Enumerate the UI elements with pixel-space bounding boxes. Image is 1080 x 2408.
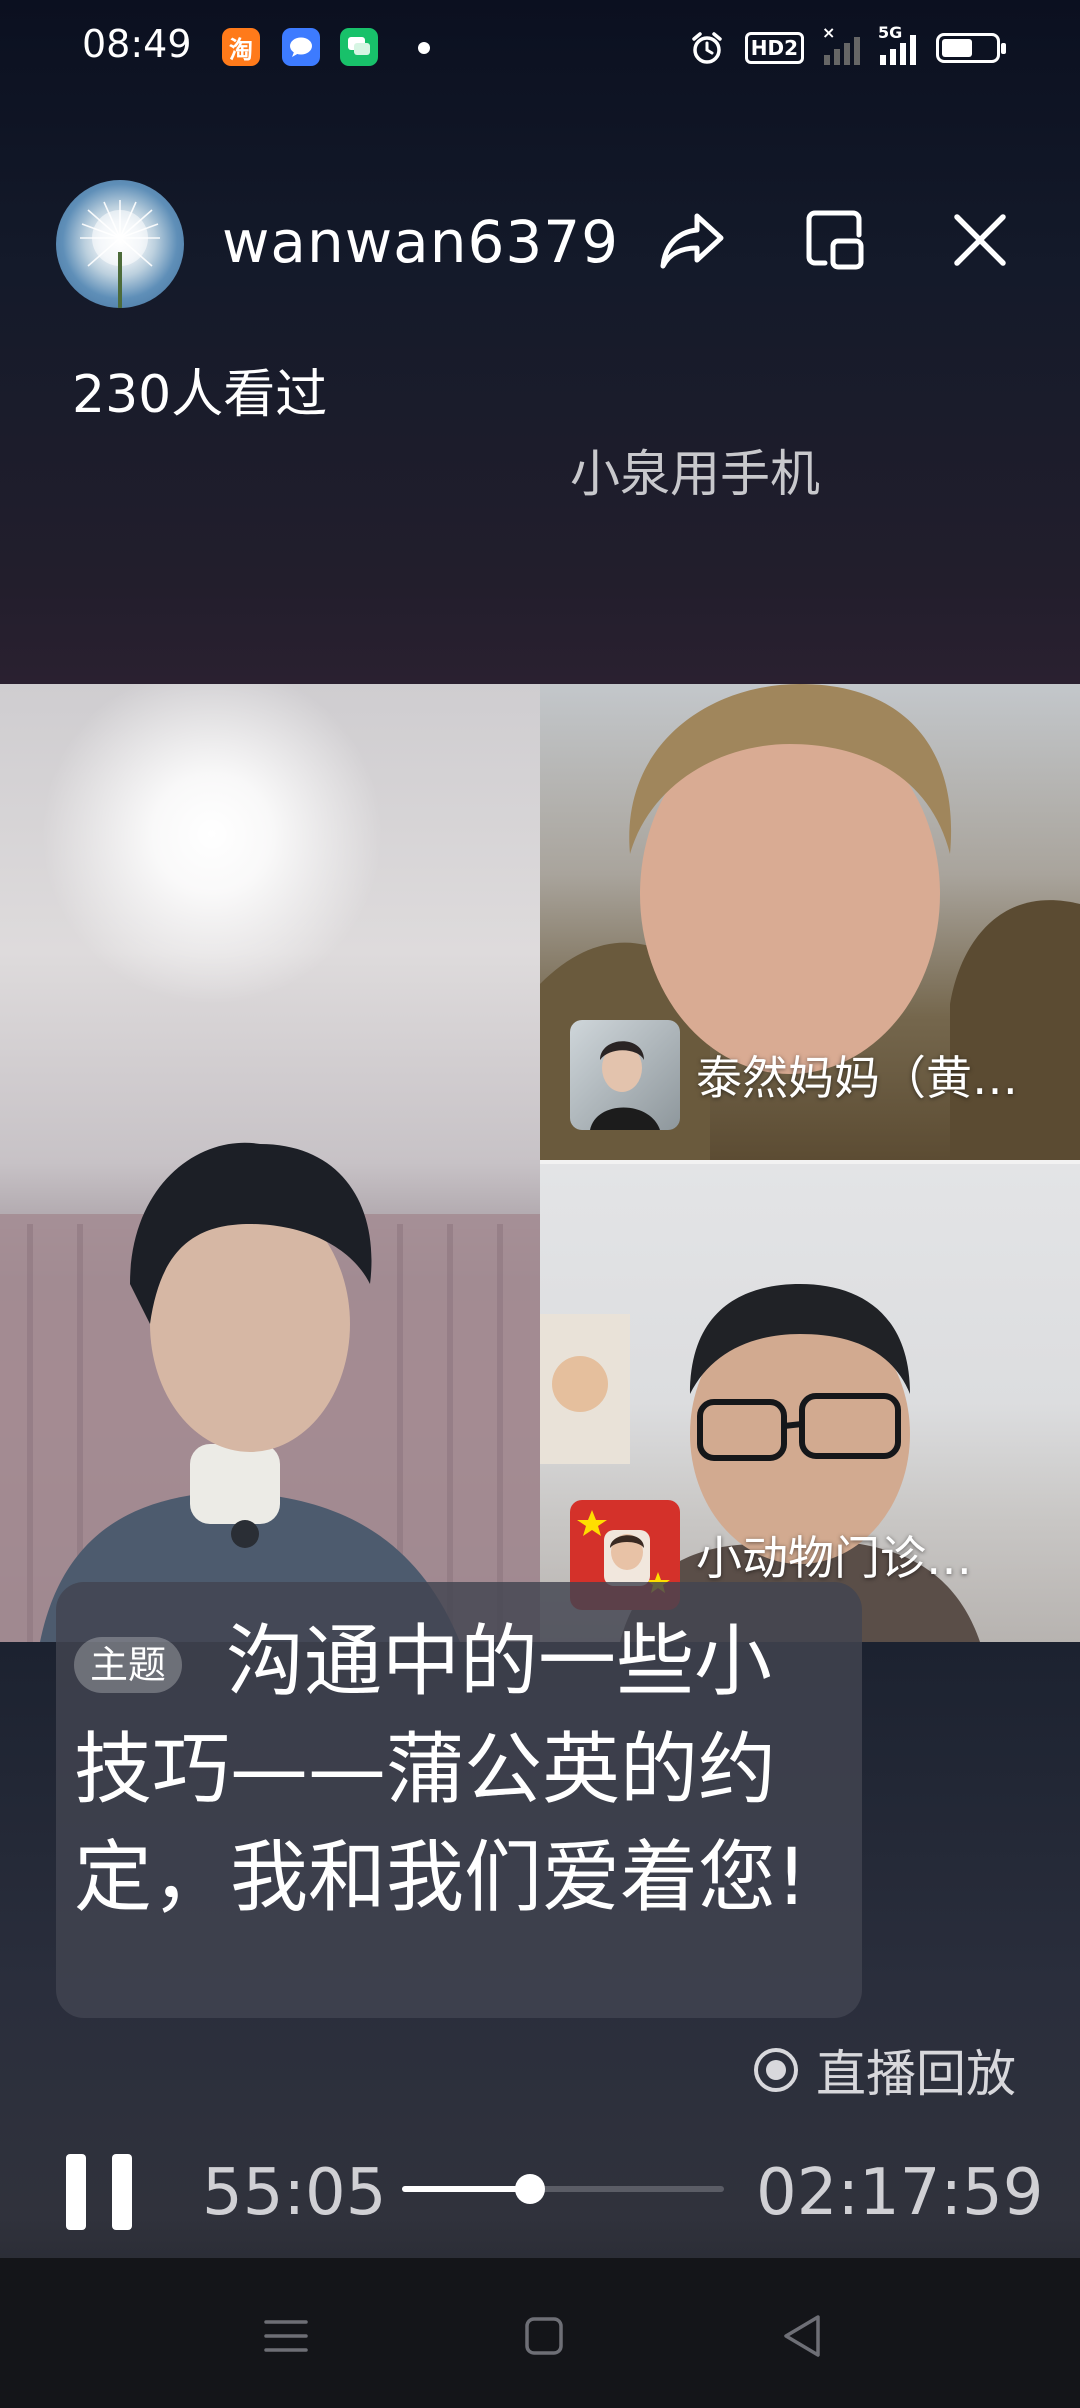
- battery-fill: [942, 39, 972, 57]
- progress-slider[interactable]: [402, 2174, 724, 2204]
- guest-name-1: 泰然妈妈（黄…: [696, 1051, 1018, 1105]
- battery-icon: [936, 33, 1006, 63]
- status-time: 08:49: [82, 22, 192, 66]
- room-label: 小泉用手机: [570, 445, 820, 503]
- back-button[interactable]: [762, 2296, 842, 2376]
- chat-app-icon: [340, 28, 378, 66]
- guest-video-tile-2[interactable]: 小动物门诊…: [540, 1164, 1080, 1642]
- home-square-icon: [525, 2317, 563, 2355]
- float-window-button[interactable]: [796, 200, 876, 280]
- menu-button[interactable]: [246, 2296, 326, 2376]
- header-background: [0, 0, 1080, 684]
- topic-text: 沟通中的一些小技巧——蒲公英的约定，我和我们爱着您!: [74, 1617, 808, 1923]
- guest-avatar-1[interactable]: [570, 1020, 680, 1130]
- close-icon: [954, 214, 1006, 266]
- guest-video-tile-1[interactable]: 泰然妈妈（黄…: [540, 684, 1080, 1160]
- progress-played: [402, 2186, 531, 2192]
- signal-5g-icon: 5G: [878, 23, 916, 65]
- close-button[interactable]: [940, 200, 1020, 280]
- live-replay-label: 直播回放: [816, 2045, 1016, 2103]
- share-button[interactable]: [652, 200, 732, 280]
- host-video-tile[interactable]: [0, 684, 540, 1642]
- message-bubble-icon: [282, 28, 320, 66]
- guest-name-2: 小动物门诊…: [696, 1531, 972, 1585]
- host-video-frame: [0, 684, 540, 1642]
- topic-card: 主题 沟通中的一些小技巧——蒲公英的约定，我和我们爱着您!: [56, 1582, 862, 2018]
- float-window-icon: [806, 210, 864, 270]
- topic-paragraph: 主题 沟通中的一些小技巧——蒲公英的约定，我和我们爱着您!: [74, 1608, 842, 1932]
- hd-voice-icon: HD2: [744, 32, 804, 64]
- signal-weak-icon: ×: [822, 23, 860, 65]
- network-type-label: 5G: [878, 23, 903, 42]
- live-replay-indicator: 直播回放: [754, 2034, 1016, 2106]
- host-username[interactable]: wanwan6379: [222, 208, 619, 276]
- dandelion-image: [80, 200, 160, 308]
- menu-icon: [264, 2320, 308, 2352]
- system-nav-bar: [0, 2258, 1080, 2408]
- home-button[interactable]: [504, 2296, 584, 2376]
- status-indicators: HD2 × 5G: [689, 23, 1006, 70]
- host-avatar[interactable]: [56, 180, 184, 308]
- guest-label-1: 泰然妈妈（黄…: [570, 1018, 1018, 1132]
- viewer-count: 230人看过: [72, 365, 328, 425]
- back-triangle-icon: [784, 2315, 820, 2357]
- total-time: 02:17:59: [756, 2156, 1044, 2230]
- taobao-icon: 淘: [222, 28, 260, 66]
- current-time: 55:05: [202, 2156, 387, 2230]
- notification-dot: [418, 42, 430, 54]
- alarm-icon: [691, 32, 722, 64]
- topic-tag: 主题: [74, 1637, 183, 1693]
- pause-button[interactable]: [66, 2154, 136, 2230]
- record-icon: [754, 2048, 798, 2092]
- share-icon: [660, 213, 724, 269]
- status-bar: 08:49 淘 HD2 × 5G: [0, 0, 1080, 96]
